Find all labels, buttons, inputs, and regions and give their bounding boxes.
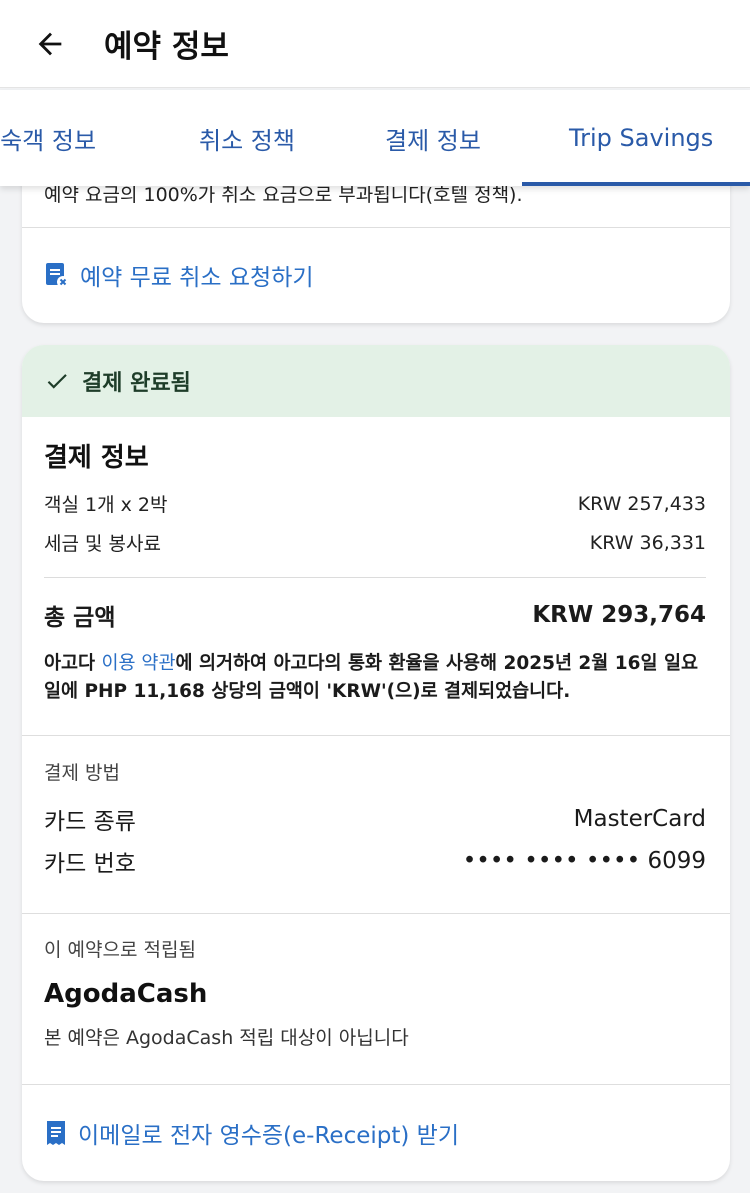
total-label: 총 금액 bbox=[44, 605, 116, 631]
receipt-icon bbox=[47, 1121, 65, 1145]
email-receipt-link[interactable]: 이메일로 전자 영수증(e-Receipt) 받기 bbox=[44, 1116, 459, 1150]
back-button[interactable] bbox=[26, 20, 74, 68]
tab-cancellation-policy[interactable]: 취소 정책 bbox=[199, 90, 295, 186]
divider bbox=[22, 1084, 730, 1085]
free-cancel-label: 예약 무료 취소 요청하기 bbox=[80, 265, 314, 291]
cancel-document-icon bbox=[46, 263, 69, 288]
card-number-row: 카드 번호 •••• •••• •••• 6099 bbox=[44, 844, 706, 878]
rewards-caption: 이 예약으로 적립됨 bbox=[44, 939, 196, 961]
room-charge-label: 객실 1개 x 2박 bbox=[44, 494, 168, 516]
tax-label: 세금 및 봉사료 bbox=[44, 533, 161, 555]
card-number-value: •••• •••• •••• 6099 bbox=[462, 848, 706, 874]
agodacash-note: 본 예약은 AgodaCash 적립 대상이 아닙니다 bbox=[44, 1027, 409, 1049]
card-number-label: 카드 번호 bbox=[44, 851, 136, 877]
payment-info-title: 결제 정보 bbox=[44, 443, 149, 473]
card-type-label: 카드 종류 bbox=[44, 809, 136, 835]
tab-active-indicator bbox=[522, 182, 750, 186]
room-charge-row: 객실 1개 x 2박 KRW 257,433 bbox=[44, 490, 706, 517]
divider bbox=[22, 735, 730, 736]
checkmark-icon bbox=[47, 374, 67, 389]
agodacash-title: AgodaCash bbox=[44, 979, 208, 1009]
arrow-left-icon bbox=[38, 32, 62, 55]
page-title: 예약 정보 bbox=[104, 29, 229, 65]
notice-text: 아고다 bbox=[44, 653, 102, 674]
card-type-value: MasterCard bbox=[573, 806, 706, 832]
email-receipt-label: 이메일로 전자 영수증(e-Receipt) 받기 bbox=[78, 1123, 459, 1149]
payment-method-caption: 결제 방법 bbox=[44, 762, 120, 784]
payment-status-banner: 결제 완료됨 bbox=[22, 345, 730, 417]
divider bbox=[22, 913, 730, 914]
app-header: 예약 정보 bbox=[0, 0, 750, 88]
room-charge-value: KRW 257,433 bbox=[577, 492, 706, 515]
tab-payment-info[interactable]: 결제 정보 bbox=[385, 90, 481, 186]
exchange-notice: 아고다 이용 약관에 의거하여 아고다의 통화 환율을 사용해 2025년 2월… bbox=[44, 650, 710, 706]
terms-link[interactable]: 이용 약관 bbox=[102, 653, 176, 674]
divider bbox=[22, 227, 730, 228]
payment-status-text: 결제 완료됨 bbox=[82, 371, 191, 396]
tab-trip-savings[interactable]: Trip Savings bbox=[569, 90, 713, 186]
divider bbox=[44, 577, 706, 578]
payment-card: 결제 완료됨 결제 정보 객실 1개 x 2박 KRW 257,433 세금 및… bbox=[22, 345, 730, 1181]
total-value: KRW 293,764 bbox=[532, 602, 706, 628]
tax-row: 세금 및 봉사료 KRW 36,331 bbox=[44, 529, 706, 556]
tab-guest-info[interactable]: 투숙객 정보 bbox=[0, 90, 96, 186]
card-type-row: 카드 종류 MasterCard bbox=[44, 802, 706, 836]
tax-value: KRW 36,331 bbox=[589, 531, 706, 554]
total-row: 총 금액 KRW 293,764 bbox=[44, 598, 706, 632]
free-cancel-link[interactable]: 예약 무료 취소 요청하기 bbox=[44, 258, 314, 292]
section-tabs: 투숙객 정보 취소 정책 결제 정보 Trip Savings bbox=[0, 90, 750, 186]
